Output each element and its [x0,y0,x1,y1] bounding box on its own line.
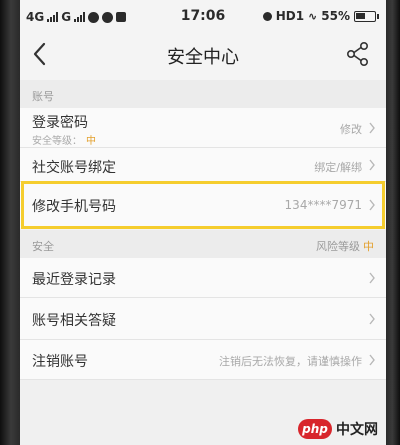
risk-level-label: 风险等级 [316,240,360,253]
hd-label: HD1 [275,9,305,23]
row-recent-logins[interactable]: 最近登录记录 [20,258,386,298]
alarm-icon [262,11,272,21]
row-account-faq[interactable]: 账号相关答疑 [20,298,386,340]
row-title: 修改手机号码 [32,199,116,215]
row-title: 社交账号绑定 [32,160,116,176]
battery-icon [354,10,379,22]
row-social-binding[interactable]: 社交账号绑定 绑定/解绑 [20,148,386,182]
status-bar-right: HD1 ∿ 55% [262,9,379,23]
chevron-right-icon [369,354,375,366]
section-header-account: 账号 [20,80,386,108]
risk-level: 风险等级中 [316,238,374,254]
row-title: 最近登录记录 [32,272,116,288]
share-icon[interactable] [344,40,372,68]
watermark-logo: php [298,419,332,439]
site-watermark: php 中文网 [298,419,378,439]
chevron-right-icon [369,272,375,284]
chevron-right-icon [369,159,375,171]
row-title: 登录密码 [32,115,88,131]
row-login-password[interactable]: 登录密码 安全等级： 中 修改 [20,108,386,148]
row-change-phone[interactable]: 修改手机号码 134****7971 [20,182,386,228]
section-label: 安全 [32,240,54,253]
phone-bezel-left [0,0,20,445]
section-header-security: 安全 风险等级中 [20,230,386,258]
row-title: 注销账号 [32,354,88,370]
phone-number-value: 134****7971 [284,198,362,212]
nav-bar: 安全中心 [20,34,386,74]
chevron-right-icon [369,199,375,211]
section-label: 账号 [32,90,54,103]
security-level-label: 安全等级： [32,136,82,147]
status-bar: 4G G 17:06 HD1 ∿ 55% [20,0,386,34]
phone-screen: 4G G 17:06 HD1 ∿ 55% 安全中心 账号 登录密码 安全等级： … [20,0,386,445]
row-value: 修改 [340,123,362,136]
row-subtitle: 安全等级： 中 [32,132,96,147]
battery-fill [356,12,365,19]
wifi-icon: ∿ [308,9,318,23]
row-cancel-account[interactable]: 注销账号 注销后无法恢复，请谨慎操作 [20,340,386,380]
chevron-right-icon [369,313,375,325]
row-value: 绑定/解绑 [314,161,362,174]
phone-bezel-right [386,0,400,445]
row-value: 注销后无法恢复，请谨慎操作 [219,355,362,368]
risk-level-value: 中 [363,240,374,253]
security-level-value: 中 [86,136,96,147]
battery-percent: 55% [321,9,350,23]
chevron-right-icon [369,122,375,134]
page-title: 安全中心 [167,47,239,68]
watermark-text: 中文网 [336,422,378,438]
row-title: 账号相关答疑 [32,313,116,329]
